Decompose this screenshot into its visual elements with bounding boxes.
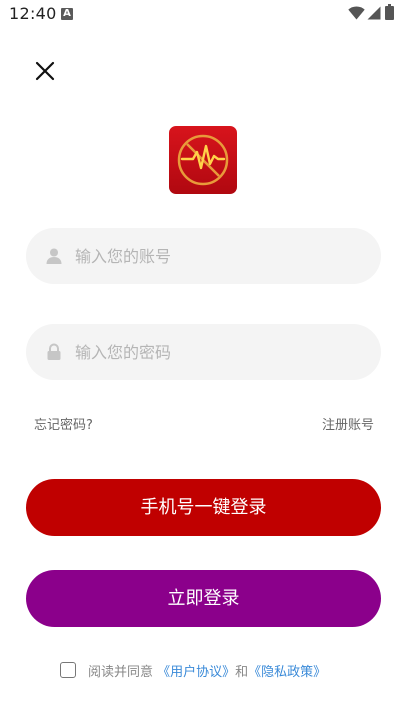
account-field[interactable] xyxy=(26,228,381,284)
close-icon xyxy=(35,61,55,81)
status-bar: 12:40 A xyxy=(0,0,407,28)
lock-icon xyxy=(47,343,61,360)
account-input[interactable] xyxy=(75,228,365,284)
login-button[interactable]: 立即登录 xyxy=(26,570,381,627)
agreement-text: 阅读并同意 《用户协议》和《隐私政策》 xyxy=(88,661,326,680)
signal-icon xyxy=(367,6,381,20)
agreement-conjunction: 和 xyxy=(235,665,249,680)
agree-checkbox[interactable] xyxy=(60,662,76,678)
register-link[interactable]: 注册账号 xyxy=(322,414,374,433)
close-button[interactable] xyxy=(31,57,59,85)
agreement-prefix: 阅读并同意 xyxy=(88,665,158,680)
phone-login-button[interactable]: 手机号一键登录 xyxy=(26,479,381,536)
privacy-policy-link[interactable]: 《隐私政策》 xyxy=(248,665,326,680)
wifi-icon xyxy=(348,6,365,20)
status-time: 12:40 xyxy=(9,4,57,23)
password-field[interactable] xyxy=(26,324,381,380)
agreement-row: 阅读并同意 《用户协议》和《隐私政策》 xyxy=(0,659,407,681)
user-icon xyxy=(46,248,62,264)
password-input[interactable] xyxy=(75,324,365,380)
app-logo xyxy=(169,126,237,194)
battery-icon xyxy=(385,4,394,20)
notification-a-icon: A xyxy=(61,8,73,20)
user-agreement-link[interactable]: 《用户协议》 xyxy=(157,665,235,680)
notification-letter: A xyxy=(63,8,71,19)
forgot-password-link[interactable]: 忘记密码? xyxy=(34,414,93,433)
